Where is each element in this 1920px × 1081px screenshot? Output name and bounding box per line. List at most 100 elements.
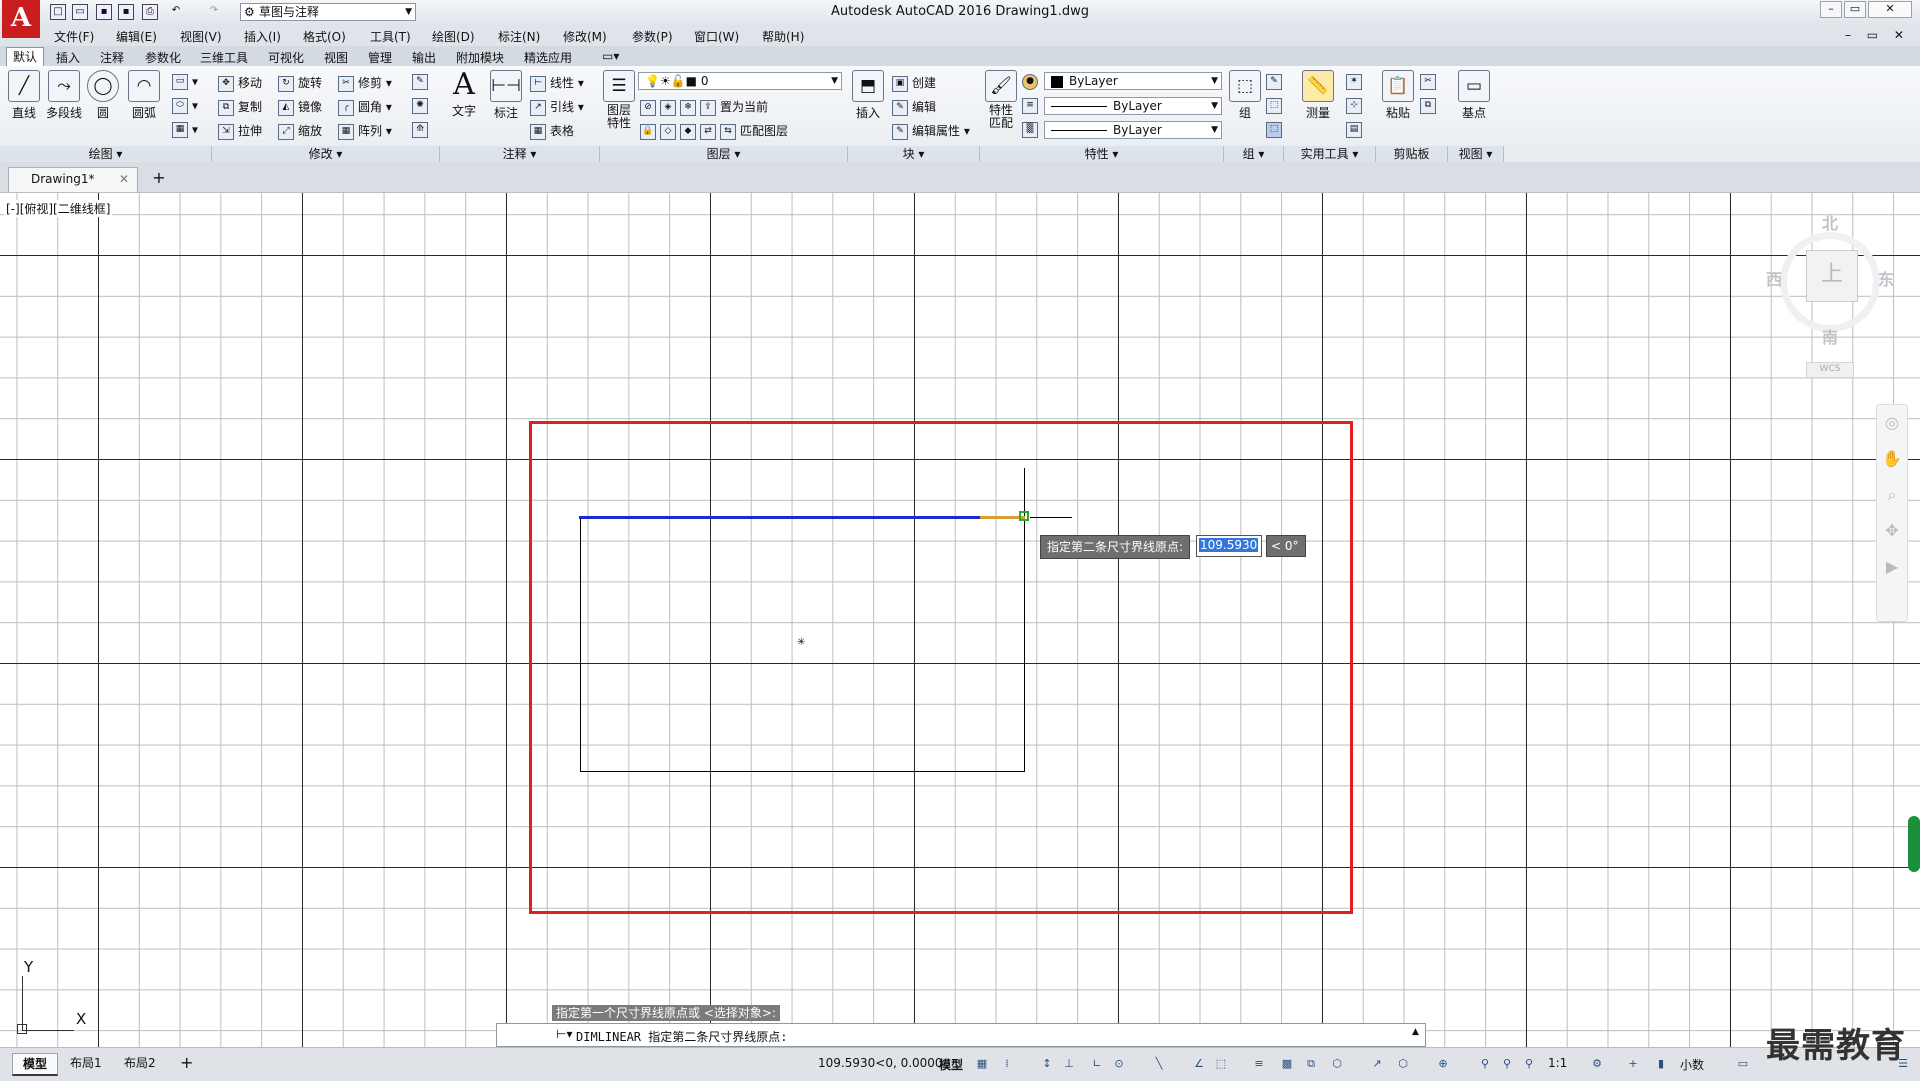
annotation-panel-title[interactable]: 注释 ▾ xyxy=(440,146,600,162)
tab-output[interactable]: 输出 xyxy=(412,49,436,66)
cut-icon[interactable]: ✂ xyxy=(1420,74,1440,90)
viewcube[interactable]: 上 北 西 东 南 WCS xyxy=(1766,208,1896,378)
line-button[interactable]: ╱ 直线 xyxy=(6,70,42,121)
ribbon-toggle-icon[interactable]: ▭▾ xyxy=(602,49,619,63)
measure-button[interactable]: 📏 测量 xyxy=(1300,70,1336,121)
menu-parametric[interactable]: 参数(P) xyxy=(632,28,673,45)
properties-panel-title[interactable]: 特性 ▾ xyxy=(980,146,1224,162)
grid-icon[interactable]: ▦ xyxy=(975,1057,989,1071)
block-panel-title[interactable]: 块 ▾ xyxy=(848,146,980,162)
annotation-visibility-icon[interactable]: ⚲ xyxy=(1478,1057,1492,1071)
orbit-icon[interactable]: ✥ xyxy=(1877,513,1907,549)
menu-tools[interactable]: 工具(T) xyxy=(370,28,411,45)
layers-panel-title[interactable]: 图层 ▾ xyxy=(600,146,848,162)
menu-window[interactable]: 窗口(W) xyxy=(694,28,739,45)
tab-addins[interactable]: 附加模块 xyxy=(456,49,504,66)
offset-button[interactable]: ⟰ xyxy=(412,122,432,138)
layer-tools-row2[interactable]: 🔒 ◇ ◆ ⇄ ⇆ 匹配图层 xyxy=(640,122,788,140)
explode-button[interactable]: ✺ xyxy=(412,98,432,114)
layout-tab-model[interactable]: 模型 xyxy=(12,1053,59,1076)
arc-button[interactable]: ◠ 圆弧 xyxy=(126,70,162,121)
transparency-display-icon[interactable]: ▩ xyxy=(1280,1057,1294,1071)
menu-insert[interactable]: 插入(I) xyxy=(244,28,281,45)
pan-icon[interactable]: ✋ xyxy=(1877,441,1907,477)
circle-button[interactable]: ◯ 圆 xyxy=(86,70,120,121)
tab-parametric[interactable]: 参数化 xyxy=(145,49,181,66)
isometric-icon[interactable]: ╲ xyxy=(1152,1057,1166,1071)
menu-format[interactable]: 格式(O) xyxy=(303,28,346,45)
edit-block-button[interactable]: ✎ 编辑 xyxy=(892,98,936,116)
mirror-button[interactable]: ◭ 镜像 xyxy=(278,98,322,116)
groups-panel-title[interactable]: 组 ▾ xyxy=(1224,146,1284,162)
paste-button[interactable]: 📋 粘贴 xyxy=(1380,70,1416,121)
menu-modify[interactable]: 修改(M) xyxy=(563,28,607,45)
zoom-icon[interactable]: ⌕ xyxy=(1877,477,1907,513)
close-button[interactable]: ✕ xyxy=(1868,1,1912,18)
rectangle-tool[interactable]: ▭ ▾ xyxy=(172,74,198,90)
tab-default[interactable]: 默认 xyxy=(6,47,45,66)
units-select[interactable]: 小数 xyxy=(1680,1056,1704,1073)
ortho-icon[interactable]: ∟ xyxy=(1090,1057,1104,1071)
menu-draw[interactable]: 绘图(D) xyxy=(432,28,475,45)
polar-icon[interactable]: ⊙ xyxy=(1112,1057,1126,1071)
group-button[interactable]: ⬚ 组 xyxy=(1228,70,1262,121)
insert-block-button[interactable]: ⬒ 插入 xyxy=(850,70,886,121)
trim-button[interactable]: ✂ 修剪 ▾ xyxy=(338,74,392,92)
menu-view[interactable]: 视图(V) xyxy=(180,28,222,45)
group-select-icon[interactable]: ⬚ xyxy=(1266,122,1286,138)
infer-constraints-icon[interactable]: ↕ xyxy=(1040,1057,1054,1071)
dynamic-ucs-icon[interactable]: ↗ xyxy=(1370,1057,1384,1071)
dynamic-input-icon[interactable]: ⊥ xyxy=(1062,1057,1076,1071)
dynamic-input-value[interactable]: 109.5930 xyxy=(1196,535,1262,557)
copy-button[interactable]: ⧉ 复制 xyxy=(218,98,262,116)
layout-tab-layout2[interactable]: 布局2 xyxy=(114,1053,166,1073)
base-view-button[interactable]: ▭ 基点 xyxy=(1456,70,1492,121)
match-properties-button[interactable]: 🖌 特性 匹配 xyxy=(984,70,1018,130)
command-history-toggle-icon[interactable]: ▲ xyxy=(1412,1027,1419,1037)
restore-button[interactable]: ▭ xyxy=(1844,1,1866,18)
dynamic-input-angle[interactable]: < 0° xyxy=(1266,535,1306,557)
leader-button[interactable]: ↗ 引线 ▾ xyxy=(530,98,584,116)
dimension-button[interactable]: ⊢⊣ 标注 xyxy=(488,70,524,121)
tab-insert[interactable]: 插入 xyxy=(56,49,80,66)
model-space-toggle[interactable]: 模型 xyxy=(939,1056,963,1073)
compass-south[interactable]: 南 xyxy=(1822,324,1838,348)
color-select[interactable]: ByLayer ▼ xyxy=(1044,72,1222,90)
quick-properties-icon[interactable]: ▭ xyxy=(1736,1057,1750,1071)
steering-wheel-icon[interactable]: ◎ xyxy=(1877,405,1907,441)
point-icon[interactable]: ⊹ xyxy=(1346,98,1366,114)
layer-properties-button[interactable]: ☰ 图层 特性 xyxy=(602,70,636,130)
compass-west[interactable]: 西 xyxy=(1766,266,1782,290)
snap-icon[interactable]: ⁞ xyxy=(1000,1057,1014,1071)
tab-view[interactable]: 视图 xyxy=(324,49,348,66)
clipboard-panel-title[interactable]: 剪贴板 xyxy=(1376,146,1448,162)
coordinate-readout[interactable]: 109.5930<0, 0.0000 xyxy=(818,1056,943,1070)
showmotion-icon[interactable]: ▶ xyxy=(1877,549,1907,585)
annotation-scale-icon[interactable]: ⚲ xyxy=(1522,1057,1536,1071)
move-button[interactable]: ✥ 移动 xyxy=(218,74,262,92)
add-layout-icon[interactable]: + xyxy=(170,1053,203,1073)
group-edit-icon[interactable]: ⬚ xyxy=(1266,98,1286,114)
tab-3d-tools[interactable]: 三维工具 xyxy=(200,49,248,66)
layer-select[interactable]: 💡☀🔓■ 0 ▼ xyxy=(638,72,842,90)
workspace-switch-icon[interactable]: ⚙ xyxy=(1590,1057,1604,1071)
menu-help[interactable]: 帮助(H) xyxy=(762,28,804,45)
tab-annotate[interactable]: 注释 xyxy=(100,49,124,66)
menu-dimension[interactable]: 标注(N) xyxy=(498,28,540,45)
layer-tools-row1[interactable]: ⊘ ◈ ❄ ⇪ 置为当前 xyxy=(640,98,768,116)
auto-scale-icon[interactable]: ⚲ xyxy=(1500,1057,1514,1071)
stretch-button[interactable]: ⇲ 拉伸 xyxy=(218,122,262,140)
quick-select-icon[interactable]: ✶ xyxy=(1346,74,1366,90)
isolate-objects-icon[interactable]: ▮ xyxy=(1654,1057,1668,1071)
annotation-scale[interactable]: 1:1 xyxy=(1548,1056,1567,1070)
utilities-panel-title[interactable]: 实用工具 ▾ xyxy=(1284,146,1376,162)
gizmo-icon[interactable]: ⊕ xyxy=(1436,1057,1450,1071)
viewcube-top-face[interactable]: 上 xyxy=(1806,250,1858,302)
ellipse-tool[interactable]: ⬭ ▾ xyxy=(172,98,198,114)
3d-osnap-icon[interactable]: ⬡ xyxy=(1330,1057,1344,1071)
scale-button[interactable]: ⤢ 缩放 xyxy=(278,122,322,140)
erase-button[interactable]: ✎ xyxy=(412,74,432,90)
file-tab-drawing1[interactable]: Drawing1* ✕ xyxy=(8,167,138,192)
edit-attributes-button[interactable]: ✎ 编辑属性 ▾ xyxy=(892,122,970,140)
new-tab-button[interactable]: + xyxy=(148,170,170,188)
